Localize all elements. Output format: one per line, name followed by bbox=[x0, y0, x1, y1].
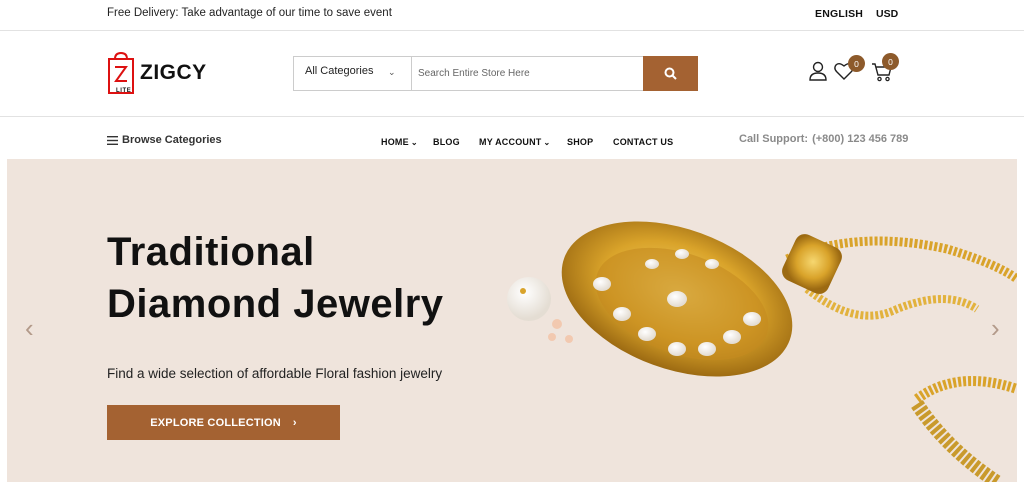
chevron-right-icon: › bbox=[292, 416, 297, 429]
currency-selector[interactable]: USD bbox=[876, 8, 898, 20]
chevron-down-icon: ⌄ bbox=[543, 138, 551, 147]
logo-subtext: LITE bbox=[116, 88, 132, 94]
nav-my-account[interactable]: MY ACCOUNT ⌄ bbox=[479, 137, 550, 147]
hero-subtitle: Find a wide selection of affordable Flor… bbox=[107, 366, 443, 381]
nav-home[interactable]: HOME ⌄ bbox=[381, 137, 418, 147]
nav-shop[interactable]: SHOP bbox=[567, 137, 593, 147]
chevron-down-icon: ⌄ bbox=[410, 138, 418, 147]
wishlist-count-badge: 0 bbox=[848, 55, 865, 72]
nav-home-label: HOME bbox=[381, 137, 409, 147]
explore-collection-button[interactable]: EXPLORE COLLECTION › bbox=[107, 405, 340, 440]
browse-categories-label: Browse Categories bbox=[122, 134, 222, 146]
hero-title-line1: Traditional bbox=[107, 230, 315, 274]
chevron-down-icon: ⌄ bbox=[388, 67, 396, 77]
hero-slider: Traditional Diamond Jewelry Find a wide … bbox=[7, 159, 1017, 482]
call-support: Call Support: (+800) 123 456 789 bbox=[739, 133, 908, 145]
nav-my-account-label: MY ACCOUNT bbox=[479, 137, 542, 147]
search-bar: All Categories ⌄ bbox=[293, 56, 698, 91]
nav-blog[interactable]: BLOG bbox=[433, 137, 460, 147]
support-label: Call Support: bbox=[739, 133, 809, 145]
language-selector[interactable]: ENGLISH bbox=[815, 8, 863, 20]
hero-title: Traditional Diamond Jewelry bbox=[107, 226, 444, 330]
logo-text: ZIGCY bbox=[140, 61, 207, 84]
slider-prev-arrow-icon[interactable]: ‹ bbox=[25, 313, 34, 344]
search-input[interactable] bbox=[413, 57, 643, 90]
main-nav: Browse Categories HOME ⌄ BLOG MY ACCOUNT ⌄… bbox=[0, 118, 1024, 159]
header: ZIGCY LITE All Categories ⌄ 0 0 bbox=[0, 31, 1024, 117]
search-icon bbox=[664, 67, 677, 80]
nav-contact-us[interactable]: CONTACT US bbox=[613, 137, 673, 147]
promo-text: Free Delivery: Take advantage of our tim… bbox=[107, 7, 392, 19]
explore-collection-label: EXPLORE COLLECTION bbox=[150, 416, 281, 429]
menu-icon bbox=[107, 135, 118, 145]
hero-title-line2: Diamond Jewelry bbox=[107, 282, 444, 326]
support-phone[interactable]: (+800) 123 456 789 bbox=[812, 133, 908, 145]
search-button[interactable] bbox=[643, 56, 698, 91]
logo[interactable]: ZIGCY LITE bbox=[107, 51, 217, 97]
category-select[interactable]: All Categories ⌄ bbox=[294, 57, 412, 90]
cart-count-badge: 0 bbox=[882, 53, 899, 70]
top-bar: Free Delivery: Take advantage of our tim… bbox=[0, 0, 1024, 31]
jewelry-product-image bbox=[507, 221, 1017, 482]
category-select-value: All Categories bbox=[305, 65, 374, 77]
browse-categories-button[interactable]: Browse Categories bbox=[107, 134, 222, 146]
user-account-icon[interactable] bbox=[808, 61, 828, 81]
